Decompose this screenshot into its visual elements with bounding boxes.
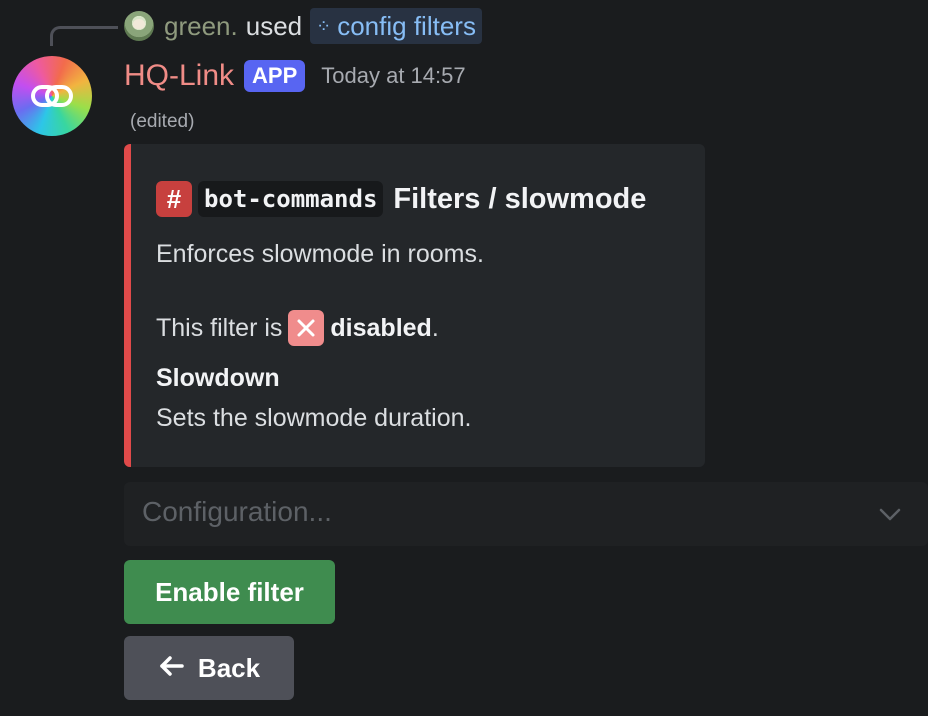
reply-connector (50, 26, 118, 46)
message-view: green. used ⁘ config filters HQ-Link APP… (0, 0, 928, 716)
x-mark-icon (288, 310, 325, 346)
filter-embed: # bot-commands Filters / slowmode Enforc… (124, 144, 705, 467)
channel-name: bot-commands (198, 181, 384, 217)
configuration-select[interactable]: Configuration... (124, 482, 928, 546)
slash-command-icon: ⁘ (316, 15, 331, 36)
enable-filter-label: Enable filter (155, 576, 304, 607)
embed-title: # bot-commands Filters / slowmode (156, 181, 646, 217)
message-header: HQ-Link APP Today at 14:57 (124, 56, 466, 96)
chevron-down-icon (879, 508, 901, 521)
arrow-left-icon (158, 652, 184, 684)
back-label: Back (197, 652, 261, 683)
hash-icon: # (156, 181, 192, 217)
bot-name[interactable]: HQ-Link (124, 59, 234, 93)
status-value: disabled (330, 313, 432, 342)
bot-avatar[interactable] (12, 56, 92, 136)
reply-reference[interactable]: green. used ⁘ config filters (124, 8, 482, 44)
app-badge: APP (244, 60, 306, 92)
reply-user-avatar[interactable] (124, 11, 154, 41)
select-placeholder: Configuration... (142, 496, 332, 527)
embed-title-text: Filters / slowmode (393, 182, 647, 215)
reply-username[interactable]: green. (164, 11, 238, 42)
field-value: Sets the slowmode duration. (156, 404, 472, 432)
message-timestamp: Today at 14:57 (321, 63, 466, 88)
back-button[interactable]: Back (124, 636, 294, 700)
command-mention[interactable]: ⁘ config filters (310, 8, 482, 44)
status-suffix: . (431, 313, 439, 342)
chain-link-icon (12, 56, 92, 136)
reply-verb: used (245, 10, 303, 41)
filter-status: This filter is disabled . (156, 310, 439, 346)
field-name: Slowdown (156, 364, 280, 392)
edited-label: (edited) (130, 111, 195, 132)
embed-description: Enforces slowmode in rooms. (156, 240, 484, 268)
enable-filter-button[interactable]: Enable filter (124, 560, 335, 624)
command-name: config filters (337, 10, 476, 41)
status-prefix: This filter is (156, 313, 283, 342)
